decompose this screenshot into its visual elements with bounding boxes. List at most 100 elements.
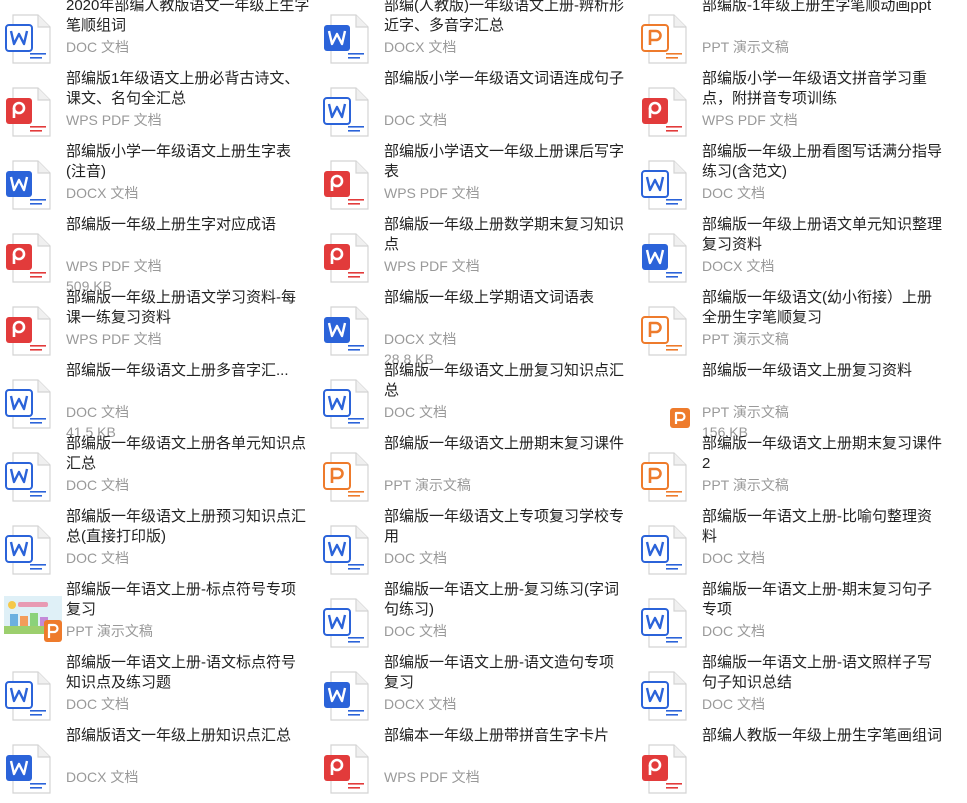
- file-type: DOCX 文档: [702, 258, 775, 274]
- file-item[interactable]: 部编版小学一年级语文拼音学习重点，附拼音专项训练 WPS PDF 文档: [636, 70, 954, 146]
- file-type: DOC 文档: [702, 550, 765, 566]
- file-title[interactable]: 部编版一年级上学期语文词语表: [384, 288, 628, 308]
- file-title[interactable]: 部编版一年级语文上册各单元知识点汇总: [66, 434, 310, 474]
- file-type: PPT 演示文稿: [702, 331, 789, 347]
- file-title[interactable]: 部编版小学一年级语文词语连成句子: [384, 69, 628, 89]
- ppt-small-icon: [640, 378, 692, 430]
- file-title[interactable]: 部编(人教版)一年级语文上册-辨析形近字、多音字汇总: [384, 0, 628, 36]
- wps-pdf-icon: [322, 159, 374, 211]
- file-title[interactable]: 部编版一年级语文上册预习知识点汇总(直接打印版): [66, 507, 310, 547]
- file-item[interactable]: 部编版一年级上册语文学习资料-每课一练复习资料 WPS PDF 文档: [0, 289, 318, 365]
- word-doc-icon: [640, 597, 692, 649]
- file-title[interactable]: 部编版一年语文上册-标点符号专项复习: [66, 580, 310, 620]
- file-type: DOC 文档: [384, 112, 447, 128]
- file-item[interactable]: 部编版一年级语文上册复习知识点汇总 DOC 文档: [318, 362, 636, 438]
- file-item[interactable]: 部编版一年级语文上册各单元知识点汇总 DOC 文档: [0, 435, 318, 511]
- file-item[interactable]: 部编版一年级语文上册多音字汇... DOC 文档 41.5 KB: [0, 362, 318, 440]
- file-item[interactable]: 部编版一年语文上册-复习练习(字词句练习) DOC 文档: [318, 581, 636, 657]
- file-title[interactable]: 部编版一年级语文上册复习资料: [702, 361, 946, 381]
- wps-pdf-icon: [640, 743, 692, 795]
- file-title[interactable]: 部编版-1年级上册生字笔顺动画ppt: [702, 0, 946, 16]
- wps-pdf-icon: [4, 86, 56, 138]
- word-doc-icon: [322, 378, 374, 430]
- file-item[interactable]: 部编版一年级语文上册期末复习课件 PPT 演示文稿: [318, 435, 636, 511]
- file-title[interactable]: 部编版一年级语文上册多音字汇...: [66, 361, 310, 381]
- file-item[interactable]: 部编版一年级语文上册期末复习课件2 PPT 演示文稿: [636, 435, 954, 511]
- file-title[interactable]: 部编版小学一年级语文拼音学习重点，附拼音专项训练: [702, 69, 946, 109]
- file-type: WPS PDF 文档: [702, 112, 798, 128]
- file-type: DOCX 文档: [66, 185, 139, 201]
- file-title[interactable]: 部编版一年级上册语文单元知识整理复习资料: [702, 215, 946, 255]
- file-item[interactable]: 部编版一年级语文上册复习资料 PPT 演示文稿 156 KB: [636, 362, 954, 440]
- file-item[interactable]: 部编版一年级语文上专项复习学校专用 DOC 文档: [318, 508, 636, 584]
- wps-pdf-icon: [4, 305, 56, 357]
- file-item[interactable]: 2020年部编人教版语文一年级上生字笔顺组词 DOC 文档: [0, 0, 318, 73]
- file-item[interactable]: 部编(人教版)一年级语文上册-辨析形近字、多音字汇总 DOCX 文档: [318, 0, 636, 73]
- file-item[interactable]: 部编版一年语文上册-标点符号专项复习 PPT 演示文稿: [0, 581, 318, 657]
- word-doc-icon: [322, 597, 374, 649]
- word-docx-icon: [640, 232, 692, 284]
- file-title[interactable]: 部编版一年级语文上册复习知识点汇总: [384, 361, 628, 401]
- file-item[interactable]: 部编版一年级上册数学期末复习知识点 WPS PDF 文档: [318, 216, 636, 292]
- file-item[interactable]: 部编版一年语文上册-期末复习句子专项 DOC 文档: [636, 581, 954, 657]
- file-item[interactable]: 部编版语文一年级上册知识点汇总 DOCX 文档: [0, 727, 318, 803]
- file-title[interactable]: 部编版一年级语文(幼小衔接）上册全册生字笔顺复习: [702, 288, 946, 328]
- file-title[interactable]: 部编版一年级上册看图写话满分指导练习(含范文): [702, 142, 946, 182]
- file-title[interactable]: 部编版语文一年级上册知识点汇总: [66, 726, 310, 746]
- file-title[interactable]: 部编本一年级上册带拼音生字卡片: [384, 726, 628, 746]
- file-title[interactable]: 部编版一年级语文上册期末复习课件: [384, 434, 628, 454]
- file-title[interactable]: 部编版一年语文上册-语文照样子写句子知识总结: [702, 653, 946, 693]
- file-item[interactable]: 部编版一年语文上册-语文标点符号知识点及练习题 DOC 文档: [0, 654, 318, 730]
- file-type: DOC 文档: [384, 550, 447, 566]
- file-item[interactable]: 部编版小学语文一年级上册课后写字表 WPS PDF 文档: [318, 143, 636, 219]
- word-docx-icon: [4, 159, 56, 211]
- file-title[interactable]: 部编版一年级上册数学期末复习知识点: [384, 215, 628, 255]
- file-item[interactable]: 部编版一年级上学期语文词语表 DOCX 文档 28.8 KB: [318, 289, 636, 367]
- word-doc-icon: [640, 524, 692, 576]
- file-type: WPS PDF 文档: [384, 769, 480, 785]
- word-doc-icon: [322, 86, 374, 138]
- file-type: PPT 演示文稿: [702, 39, 789, 55]
- file-title[interactable]: 部编版一年语文上册-比喻句整理资料: [702, 507, 946, 547]
- file-item[interactable]: 部编版小学一年级语文上册生字表(注音) DOCX 文档: [0, 143, 318, 219]
- file-item[interactable]: 部编版一年级语文上册预习知识点汇总(直接打印版) DOC 文档: [0, 508, 318, 584]
- file-title[interactable]: 部编版1年级语文上册必背古诗文、课文、名句全汇总: [66, 69, 310, 109]
- file-title[interactable]: 部编版一年级语文上册期末复习课件2: [702, 434, 946, 474]
- file-item[interactable]: 部编版一年语文上册-语文照样子写句子知识总结 DOC 文档: [636, 654, 954, 730]
- file-title[interactable]: 部编版一年级上册语文学习资料-每课一练复习资料: [66, 288, 310, 328]
- file-item[interactable]: 部编版-1年级上册生字笔顺动画ppt PPT 演示文稿: [636, 0, 954, 73]
- file-item[interactable]: 部编版一年级上册看图写话满分指导练习(含范文) DOC 文档: [636, 143, 954, 219]
- file-title[interactable]: 2020年部编人教版语文一年级上生字笔顺组词: [66, 0, 310, 36]
- word-docx-icon: [322, 670, 374, 722]
- file-type: DOC 文档: [66, 696, 129, 712]
- file-item[interactable]: 部编人教版一年级上册生字笔画组词: [636, 727, 954, 803]
- file-item[interactable]: 部编版一年语文上册-语文造句专项复习 DOCX 文档: [318, 654, 636, 730]
- file-type: DOC 文档: [702, 185, 765, 201]
- file-type: DOCX 文档: [384, 331, 457, 347]
- file-item[interactable]: 部编版一年级上册生字对应成语 WPS PDF 文档 509 KB: [0, 216, 318, 294]
- file-type: WPS PDF 文档: [66, 258, 162, 274]
- file-type: DOC 文档: [702, 696, 765, 712]
- file-title[interactable]: 部编版小学一年级语文上册生字表(注音): [66, 142, 310, 182]
- wps-pdf-icon: [322, 743, 374, 795]
- file-title[interactable]: 部编版小学语文一年级上册课后写字表: [384, 142, 628, 182]
- file-item[interactable]: 部编版一年语文上册-比喻句整理资料 DOC 文档: [636, 508, 954, 584]
- ppt-icon: [640, 305, 692, 357]
- file-item[interactable]: 部编版1年级语文上册必背古诗文、课文、名句全汇总 WPS PDF 文档: [0, 70, 318, 146]
- file-item[interactable]: 部编版小学一年级语文词语连成句子 DOC 文档: [318, 70, 636, 146]
- file-title[interactable]: 部编版一年级上册生字对应成语: [66, 215, 310, 235]
- file-item[interactable]: 部编版一年级语文(幼小衔接）上册全册生字笔顺复习 PPT 演示文稿: [636, 289, 954, 365]
- file-title[interactable]: 部编人教版一年级上册生字笔画组词: [702, 726, 946, 746]
- file-title[interactable]: 部编版一年语文上册-语文造句专项复习: [384, 653, 628, 693]
- word-docx-icon: [322, 13, 374, 65]
- file-item[interactable]: 部编版一年级上册语文单元知识整理复习资料 DOCX 文档: [636, 216, 954, 292]
- word-doc-icon: [4, 451, 56, 503]
- word-docx-icon: [4, 743, 56, 795]
- file-item[interactable]: 部编本一年级上册带拼音生字卡片 WPS PDF 文档: [318, 727, 636, 803]
- file-title[interactable]: 部编版一年语文上册-复习练习(字词句练习): [384, 580, 628, 620]
- file-title[interactable]: 部编版一年级语文上专项复习学校专用: [384, 507, 628, 547]
- wps-pdf-icon: [640, 86, 692, 138]
- file-title[interactable]: 部编版一年语文上册-期末复习句子专项: [702, 580, 946, 620]
- file-type: DOC 文档: [66, 39, 129, 55]
- file-title[interactable]: 部编版一年语文上册-语文标点符号知识点及练习题: [66, 653, 310, 693]
